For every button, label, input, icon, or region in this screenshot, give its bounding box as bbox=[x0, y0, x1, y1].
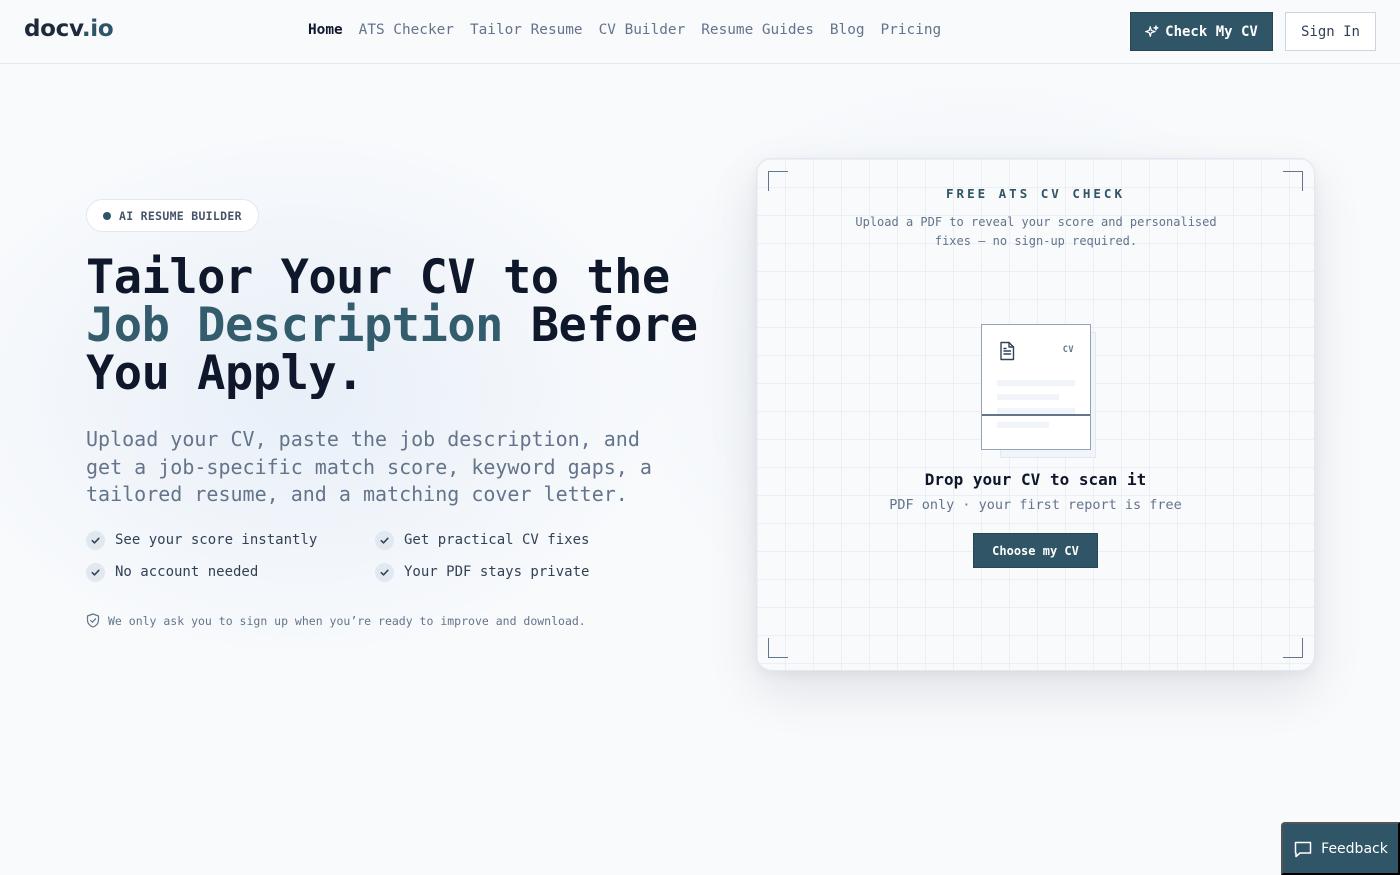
card-title: FREE ATS CV CHECK bbox=[946, 186, 1125, 201]
nav-cv-builder[interactable]: CV Builder bbox=[599, 22, 686, 38]
hero-title-after-accent: Before bbox=[502, 298, 698, 353]
feature-item: See your score instantly bbox=[86, 530, 375, 550]
hero-subtitle: Upload your CV, paste the job descriptio… bbox=[86, 427, 652, 506]
sparkle-icon bbox=[1145, 24, 1159, 37]
check-icon bbox=[375, 530, 394, 550]
feature-label: Your PDF stays private bbox=[404, 564, 590, 580]
choose-cv-button[interactable]: Choose my CV bbox=[973, 533, 1098, 568]
corner-bracket bbox=[1283, 638, 1303, 658]
badge-dot-icon bbox=[103, 211, 111, 220]
feedback-label: Feedback bbox=[1321, 840, 1388, 857]
nav-home[interactable]: Home bbox=[308, 22, 343, 38]
main-nav: Home ATS Checker Tailor Resume CV Builde… bbox=[308, 22, 941, 38]
feedback-button[interactable]: Feedback bbox=[1281, 822, 1400, 875]
drop-subtitle: PDF only · your first report is free bbox=[889, 497, 1182, 513]
sign-in-label: Sign In bbox=[1300, 23, 1360, 40]
hero-title: Tailor Your CV to the Job Description Be… bbox=[86, 254, 706, 398]
site-header: docv.io Home ATS Checker Tailor Resume C… bbox=[0, 0, 1400, 64]
check-icon bbox=[375, 562, 394, 582]
corner-bracket bbox=[768, 638, 788, 658]
check-icon bbox=[86, 530, 105, 550]
feature-label: See your score instantly bbox=[115, 532, 318, 548]
logo[interactable]: docv.io bbox=[24, 16, 114, 42]
nav-tailor-resume[interactable]: Tailor Resume bbox=[470, 22, 583, 38]
document-line bbox=[997, 380, 1075, 386]
sign-in-button[interactable]: Sign In bbox=[1285, 12, 1376, 51]
feature-item: Your PDF stays private bbox=[375, 562, 635, 582]
shield-check-icon bbox=[86, 613, 100, 628]
hero-title-accent: Job Description bbox=[86, 298, 503, 353]
document-line bbox=[997, 422, 1049, 428]
feature-label: No account needed bbox=[115, 564, 259, 580]
nav-ats-checker[interactable]: ATS Checker bbox=[359, 22, 454, 38]
nav-blog[interactable]: Blog bbox=[830, 22, 865, 38]
hero-title-line3: You Apply. bbox=[86, 346, 364, 401]
feature-list: See your score instantly Get practical C… bbox=[86, 530, 646, 582]
badge-label: AI RESUME BUILDER bbox=[119, 208, 242, 223]
chat-bubble-icon bbox=[1294, 841, 1312, 857]
check-my-cv-button[interactable]: Check My CV bbox=[1130, 12, 1273, 51]
document-line bbox=[997, 394, 1059, 400]
logo-suffix: .io bbox=[81, 16, 114, 42]
document-tag: CV bbox=[1062, 345, 1074, 355]
privacy-note-text: We only ask you to sign up when you’re r… bbox=[108, 613, 586, 628]
ats-check-card: FREE ATS CV CHECK Upload a PDF to reveal… bbox=[756, 158, 1315, 671]
card-description: Upload a PDF to reveal your score and pe… bbox=[855, 215, 1217, 248]
feature-label: Get practical CV fixes bbox=[404, 532, 590, 548]
logo-main: docv bbox=[24, 16, 82, 42]
hero-title-line1: Tailor Your CV to the bbox=[86, 250, 670, 305]
nav-resume-guides[interactable]: Resume Guides bbox=[701, 22, 814, 38]
check-icon bbox=[86, 562, 105, 582]
feature-item: Get practical CV fixes bbox=[375, 530, 635, 550]
document-icon bbox=[1000, 341, 1015, 361]
nav-pricing[interactable]: Pricing bbox=[881, 22, 942, 38]
drop-title: Drop your CV to scan it bbox=[924, 470, 1147, 489]
feature-item: No account needed bbox=[86, 562, 375, 582]
hero-badge: AI RESUME BUILDER bbox=[86, 199, 259, 232]
cv-dropzone-illustration[interactable]: CV bbox=[981, 324, 1091, 450]
choose-cv-label: Choose my CV bbox=[992, 543, 1079, 558]
scan-line bbox=[982, 414, 1090, 416]
privacy-note: We only ask you to sign up when you’re r… bbox=[86, 613, 586, 628]
check-my-cv-label: Check My CV bbox=[1165, 23, 1258, 40]
